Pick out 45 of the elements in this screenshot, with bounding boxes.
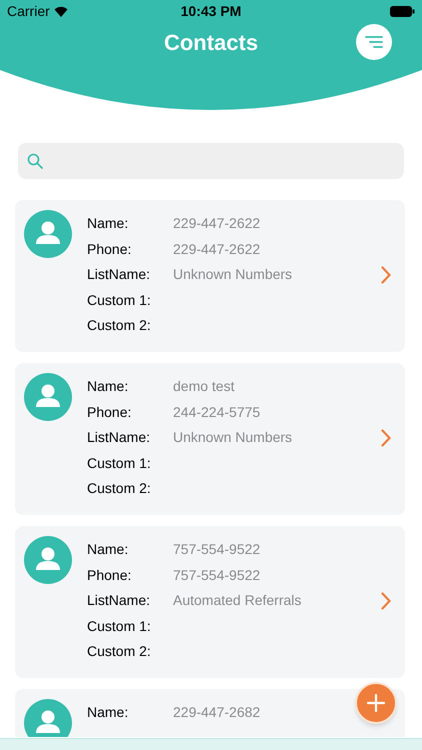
field-value: Unknown Numbers: [173, 428, 292, 448]
field-label: Phone:: [87, 402, 132, 422]
field-label: ListName:: [87, 265, 152, 284]
field-label: Custom 1:: [87, 454, 152, 473]
field-label: Name:: [87, 540, 130, 560]
avatar-icon: [24, 210, 72, 258]
search-icon: [27, 153, 43, 169]
field-value: Unknown Numbers: [173, 265, 292, 284]
avatar-icon: [24, 373, 72, 421]
battery-icon: [390, 6, 415, 16]
filter-icon: [365, 36, 383, 48]
field-value: 229-447-2622: [173, 214, 260, 234]
field-label: Phone:: [87, 240, 132, 259]
field-value: 229-447-2682: [173, 703, 260, 722]
status-time: 10:43 PM: [180, 2, 242, 20]
field-label: Custom 2:: [87, 316, 152, 336]
field-label: Phone:: [87, 566, 132, 585]
search-field[interactable]: [18, 143, 404, 179]
contact-card[interactable]: Name: 229-447-2622 Phone: 229-447-2622 ListName: Unknown Numbers Custom 1: Custom 2:: [15, 200, 405, 352]
contact-card[interactable]: Name: 757-554-9522 Phone: 757-554-9522 ListName: Automated Referrals Custom 1: Custom 2:: [15, 526, 405, 678]
field-value: 244-224-5775: [173, 402, 260, 422]
chevron-right-icon: [381, 592, 391, 610]
wifi-icon: [54, 6, 68, 16]
field-label: ListName:: [87, 428, 152, 448]
field-label: Name:: [87, 214, 130, 234]
field-label: Custom 2:: [87, 479, 152, 498]
page-title: Contacts: [164, 28, 258, 56]
field-label: Custom 2:: [87, 642, 152, 662]
contact-card[interactable]: Name: demo test Phone: 244-224-5775 ListName: Unknown Numbers Custom 1: Custom 2:: [15, 363, 405, 515]
field-value: demo test: [173, 377, 234, 396]
field-label: Custom 1:: [87, 616, 152, 636]
field-label: Name:: [87, 703, 130, 722]
field-value: 757-554-9522: [173, 540, 260, 560]
field-value: 757-554-9522: [173, 566, 260, 585]
field-label: ListName:: [87, 591, 152, 610]
carrier-label: Carrier: [7, 2, 50, 20]
field-label: Custom 1:: [87, 290, 152, 310]
plus-icon: [367, 694, 385, 712]
avatar-icon: [24, 536, 72, 584]
contact-card[interactable]: Name: 229-447-2682: [15, 689, 405, 737]
field-value: 229-447-2622: [173, 240, 260, 259]
chevron-right-icon: [381, 429, 391, 447]
field-value: Automated Referrals: [173, 591, 302, 610]
chevron-right-icon: [381, 266, 391, 284]
field-label: Name:: [87, 377, 130, 396]
